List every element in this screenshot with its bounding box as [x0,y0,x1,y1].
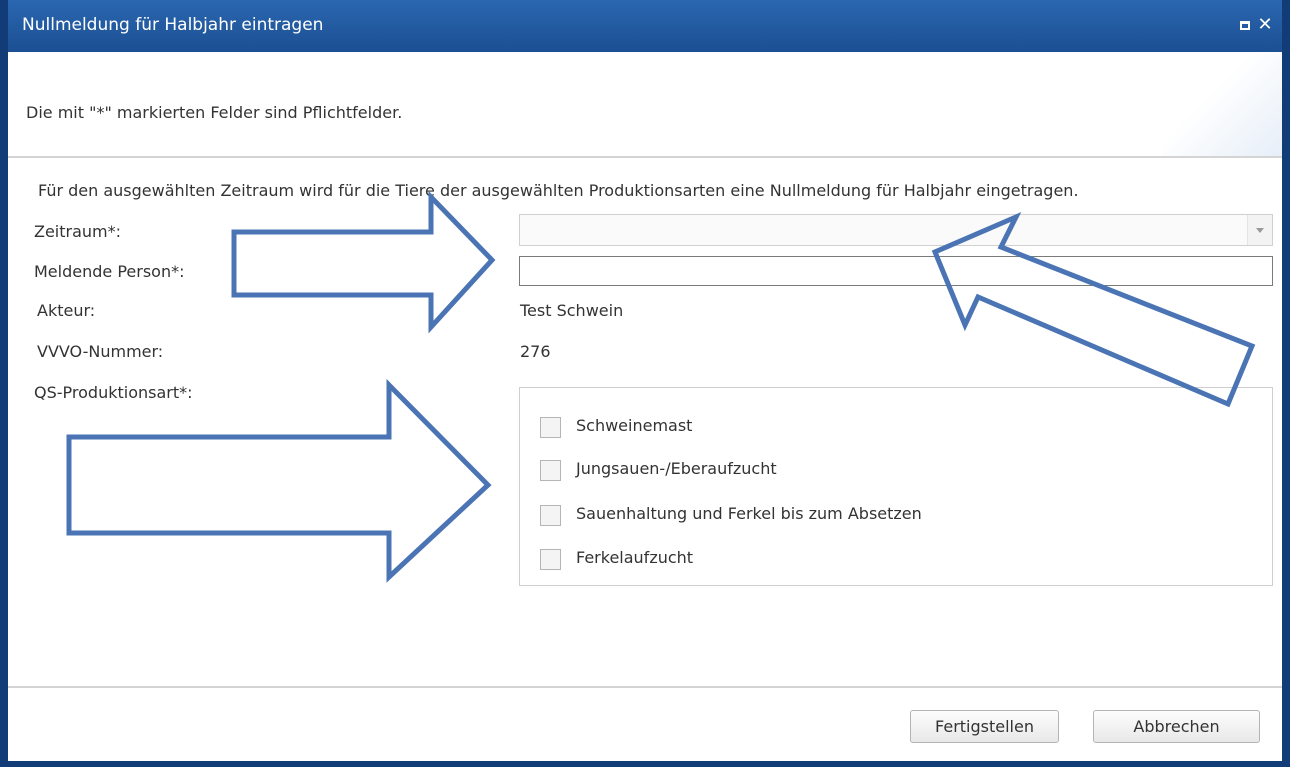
cancel-button[interactable]: Abbrechen [1093,710,1260,743]
akteur-value: Test Schwein [520,301,624,320]
header-decoration [1162,52,1282,156]
footer-divider [8,686,1282,688]
dialog-header: Die mit "*" markierten Felder sind Pflic… [8,52,1282,158]
info-text: Für den ausgewählten Zeitraum wird für d… [38,181,1079,200]
dialog-title: Nullmeldung für Halbjahr eintragen [22,15,324,35]
maximize-icon[interactable] [1234,14,1256,36]
dialog-window: Nullmeldung für Halbjahr eintragen ✕ Die… [0,0,1290,767]
zeitraum-select[interactable] [519,214,1273,246]
chevron-down-icon[interactable] [1247,215,1272,245]
checkbox-label: Jungsauen-/Eberaufzucht [576,459,777,478]
checkbox-box[interactable] [540,460,561,481]
checkbox-box[interactable] [540,417,561,438]
vvvo-label: VVVO-Nummer: [37,342,164,361]
close-icon[interactable]: ✕ [1254,14,1276,36]
vvvo-value: 276 [520,342,551,361]
checkbox-box[interactable] [540,549,561,570]
dialog-titlebar[interactable]: Nullmeldung für Halbjahr eintragen ✕ [8,0,1282,52]
produktionsart-label: QS-Produktionsart*: [34,383,193,402]
meldende-person-label: Meldende Person*: [34,262,185,281]
akteur-label: Akteur: [37,301,96,320]
zeitraum-label: Zeitraum*: [34,222,122,241]
produktionsart-group: Schweinemast Jungsauen-/Eberaufzucht Sau… [519,387,1273,586]
checkbox-box[interactable] [540,505,561,526]
meldende-person-input[interactable] [519,256,1273,286]
finish-button[interactable]: Fertigstellen [910,710,1059,743]
checkbox-label: Ferkelaufzucht [576,548,694,567]
checkbox-label: Schweinemast [576,416,693,435]
required-fields-note: Die mit "*" markierten Felder sind Pflic… [26,103,403,122]
checkbox-label: Sauenhaltung und Ferkel bis zum Absetzen [576,504,922,523]
